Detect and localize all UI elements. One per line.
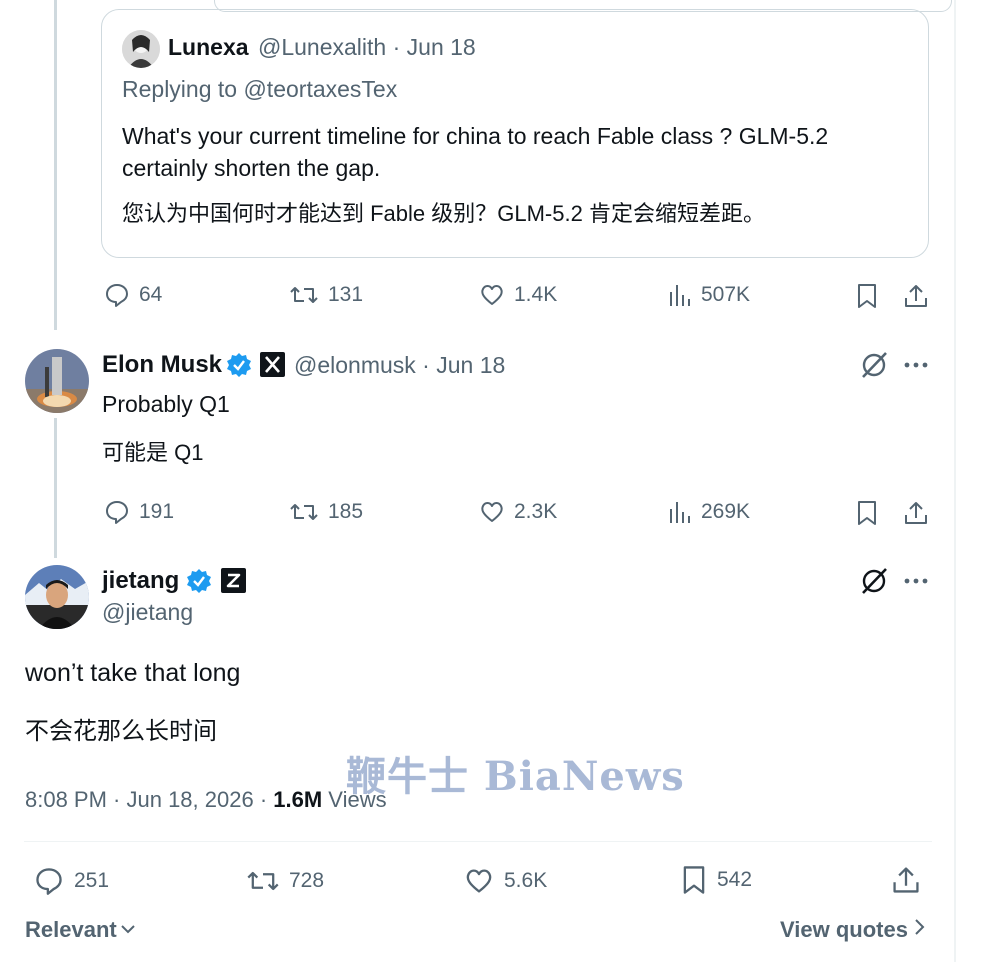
more-options-icon[interactable]: [903, 568, 929, 599]
repost-icon: [289, 282, 319, 308]
analytics-icon: [668, 499, 692, 525]
more-options-icon[interactable]: [903, 352, 929, 383]
reply-icon: [104, 499, 130, 525]
x-logo-icon: [260, 352, 285, 382]
tweet-text: Probably Q1: [102, 391, 230, 417]
tweet-translation: 不会花那么长时间: [25, 718, 217, 745]
tweet-timestamp: 8:08 PM · Jun 18, 2026 · 1.6M Views: [25, 787, 387, 813]
heart-icon: [479, 282, 505, 308]
share-icon: [903, 499, 929, 527]
previous-card-edge: [214, 0, 952, 12]
repost-button[interactable]: 185: [289, 499, 363, 525]
author-handle[interactable]: @elonmusk · Jun 18: [294, 352, 505, 379]
verified-badge-icon: [226, 352, 252, 383]
reply-count: 64: [139, 283, 163, 306]
grok-icon[interactable]: [859, 566, 889, 601]
chevron-right-icon: [912, 917, 926, 943]
repost-button[interactable]: 131: [289, 282, 363, 308]
repost-count: 185: [328, 500, 364, 523]
reply-count: 191: [139, 500, 175, 523]
reply-count: 251: [74, 869, 110, 892]
avatar[interactable]: [122, 30, 160, 68]
views-button[interactable]: 269K: [668, 499, 750, 525]
repost-button[interactable]: 728: [246, 866, 324, 896]
like-count: 1.4K: [514, 283, 558, 306]
view-count: 507K: [701, 283, 751, 306]
tweet-text: won’t take that long: [25, 659, 241, 687]
view-quotes-label: View quotes: [780, 917, 908, 942]
author-name[interactable]: jietang: [102, 567, 179, 595]
share-button[interactable]: [903, 282, 929, 310]
reply-button[interactable]: 191: [104, 499, 174, 525]
heart-icon: [479, 499, 505, 525]
bookmark-icon: [855, 499, 879, 527]
author-handle[interactable]: @jietang: [102, 599, 193, 626]
reply-button[interactable]: 251: [33, 866, 109, 896]
share-icon: [891, 864, 921, 896]
repost-icon: [289, 499, 319, 525]
quoted-tweet-card[interactable]: Lunexa @Lunexalith · Jun 18 Replying to …: [101, 0, 952, 258]
views-button[interactable]: 507K: [668, 282, 750, 308]
reply-icon: [104, 282, 130, 308]
sort-replies-dropdown[interactable]: Relevant: [25, 917, 137, 943]
views-label: Views: [322, 787, 387, 812]
reply-icon: [33, 866, 65, 896]
repost-count: 131: [328, 283, 364, 306]
repost-count: 728: [289, 869, 325, 892]
z-logo-icon: [221, 568, 246, 598]
like-button[interactable]: 5.6K: [463, 866, 547, 896]
watermark: 鞭牛士 BiaNews: [346, 753, 685, 800]
timeline-border: [954, 0, 956, 962]
analytics-icon: [668, 282, 692, 308]
like-button[interactable]: 2.3K: [479, 499, 557, 525]
view-count: 269K: [701, 500, 751, 523]
share-icon: [903, 282, 929, 310]
timestamp[interactable]: 8:08 PM · Jun 18, 2026 ·: [25, 787, 273, 812]
view-quotes-link[interactable]: View quotes: [780, 917, 926, 943]
bookmark-icon: [680, 864, 708, 896]
avatar[interactable]: [25, 349, 89, 413]
reply-button[interactable]: 64: [104, 282, 162, 308]
heart-icon: [463, 866, 495, 896]
tweet-text: What's your current timeline for china t…: [122, 123, 829, 181]
share-button[interactable]: [903, 499, 929, 527]
chevron-down-icon: [119, 917, 137, 943]
verified-badge-icon: [186, 568, 212, 599]
tweet-translation: 可能是 Q1: [102, 440, 204, 465]
grok-icon[interactable]: [859, 350, 889, 385]
divider: [24, 841, 932, 842]
view-count: 1.6M: [273, 787, 323, 812]
author-handle[interactable]: @Lunexalith · Jun 18: [258, 34, 476, 61]
bookmark-icon: [855, 282, 879, 310]
share-button[interactable]: [891, 864, 921, 896]
replying-to[interactable]: Replying to @teortaxesTex: [122, 76, 397, 103]
thread-connector: [54, 0, 57, 330]
author-name[interactable]: Elon Musk: [102, 351, 222, 379]
author-name[interactable]: Lunexa: [168, 34, 249, 61]
tweet-translation: 您认为中国何时才能达到 Fable 级别？GLM-5.2 肯定会缩短差距。: [122, 201, 765, 226]
repost-icon: [246, 866, 280, 896]
bookmark-button[interactable]: [855, 282, 879, 310]
bookmark-button[interactable]: 542: [680, 864, 752, 896]
sort-label: Relevant: [25, 917, 117, 942]
thread-connector: [54, 418, 57, 558]
avatar[interactable]: [25, 565, 89, 629]
like-count: 5.6K: [504, 869, 548, 892]
bookmark-button[interactable]: [855, 499, 879, 527]
bookmark-count: 542: [717, 868, 753, 891]
like-button[interactable]: 1.4K: [479, 282, 557, 308]
like-count: 2.3K: [514, 500, 558, 523]
